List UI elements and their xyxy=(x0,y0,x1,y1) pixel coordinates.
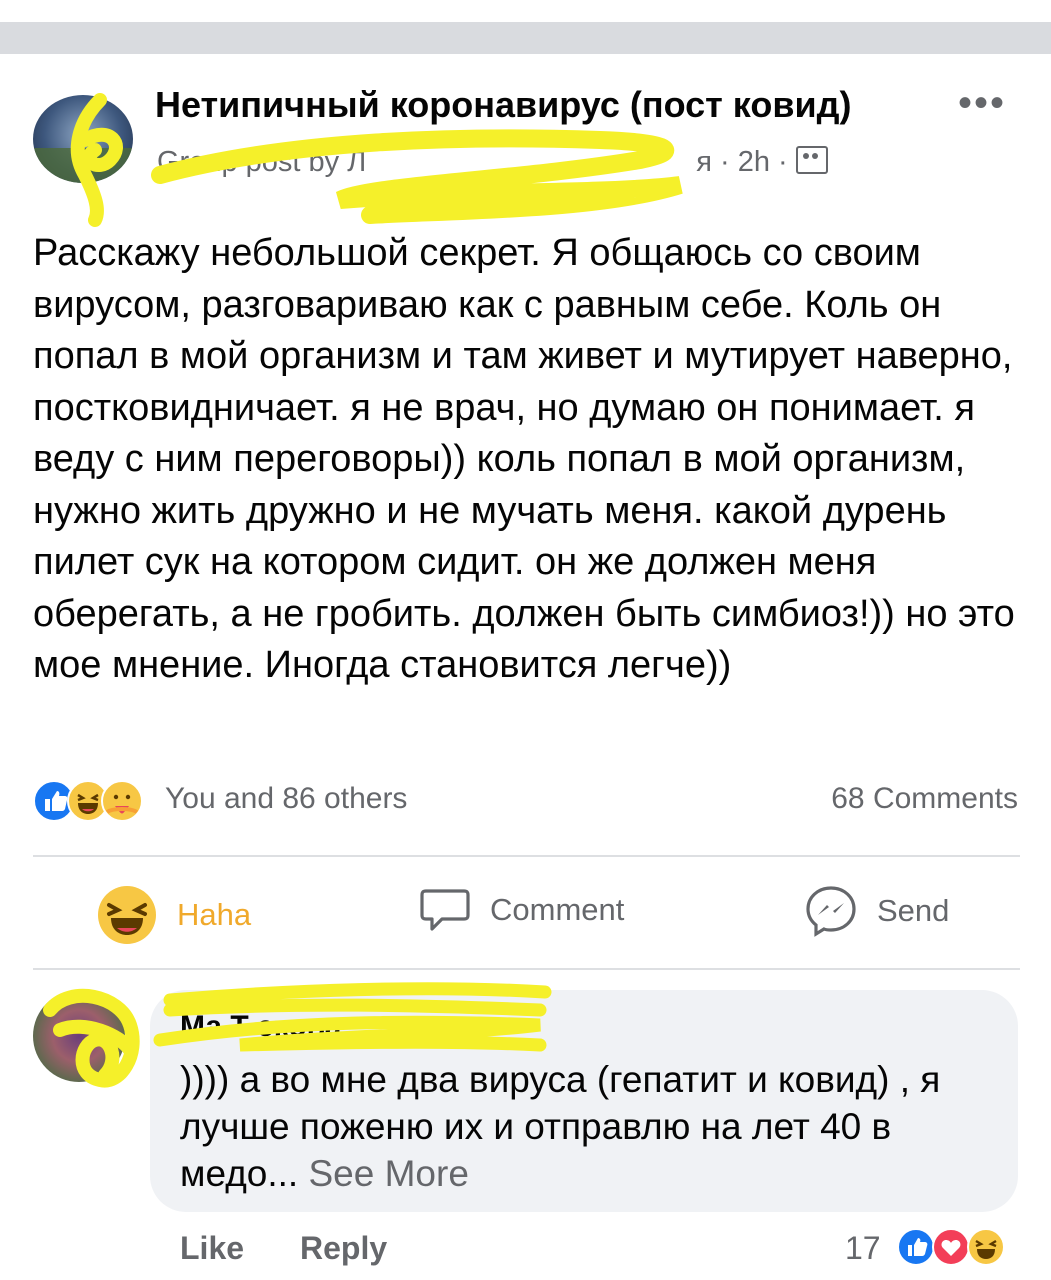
redaction-scribble xyxy=(70,93,683,227)
comment-text: )))) а во мне два вируса (гепатит и кови… xyxy=(180,1056,980,1197)
comments-count[interactable]: 68 Comments xyxy=(831,782,1018,816)
haha-button[interactable]: Haha xyxy=(97,885,251,945)
see-more-link[interactable]: See More xyxy=(309,1153,469,1194)
haha-icon xyxy=(98,886,156,944)
comment-body: )))) а во мне два вируса (гепатит и кови… xyxy=(180,1059,941,1194)
comment-like-button[interactable]: Like xyxy=(180,1230,244,1267)
comment-label: Comment xyxy=(490,892,625,927)
care-icon xyxy=(101,780,143,822)
love-icon xyxy=(932,1228,970,1266)
group-privacy-icon xyxy=(795,146,828,174)
comment-button[interactable]: Comment xyxy=(420,885,624,935)
comment-icon xyxy=(420,889,470,931)
reaction-summary[interactable]: You and 86 others xyxy=(165,782,407,816)
haha-icon xyxy=(967,1228,1005,1266)
comment-reaction-count[interactable]: 17 xyxy=(845,1230,881,1267)
send-label: Send xyxy=(877,893,950,928)
post-body: Расскажу небольшой секрет. Я общаюсь со … xyxy=(33,232,1015,686)
comment-reply-button[interactable]: Reply xyxy=(300,1230,387,1267)
haha-label: Haha xyxy=(177,897,252,932)
like-icon xyxy=(897,1228,935,1266)
more-options-button[interactable]: ••• xyxy=(958,83,1006,123)
send-button[interactable]: Send xyxy=(805,885,949,937)
top-bar xyxy=(0,22,1051,54)
messenger-icon xyxy=(806,886,856,937)
divider xyxy=(33,855,1020,857)
